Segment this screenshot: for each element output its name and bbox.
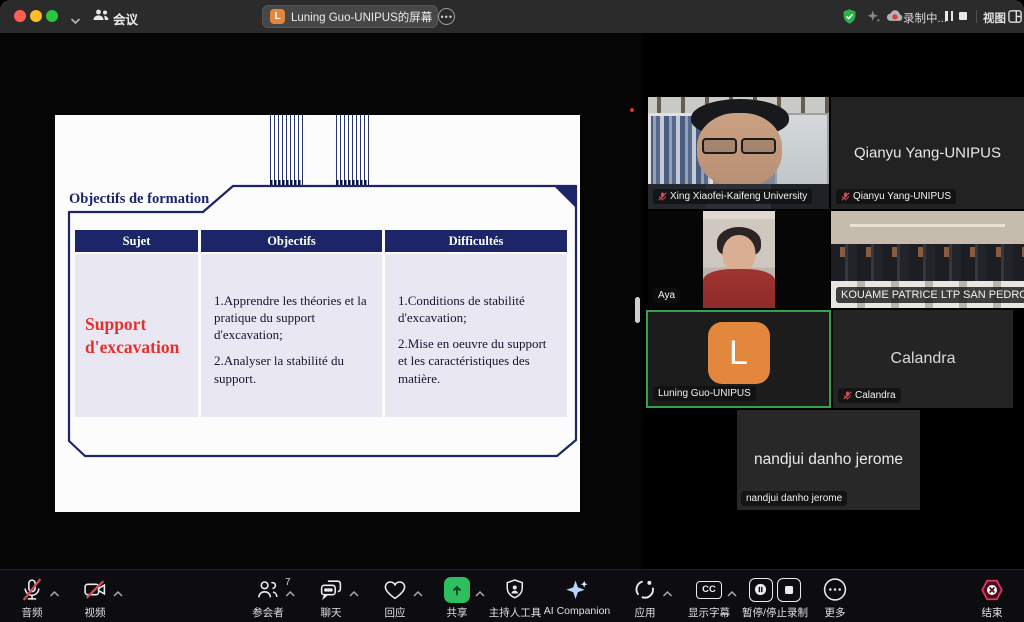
end-meeting-icon bbox=[979, 577, 1005, 603]
meeting-menu-label[interactable]: 会议 bbox=[113, 9, 138, 28]
participant-center-name: Calandra bbox=[833, 350, 1013, 368]
slide-table: Sujet Objectifs Difficultés Support d'ex… bbox=[75, 230, 567, 417]
chat-icon bbox=[318, 577, 344, 602]
ai-sparkle-icon bbox=[564, 577, 590, 603]
stop-recording-icon[interactable] bbox=[777, 578, 801, 602]
classroom-ceiling bbox=[831, 211, 1024, 244]
zoom-window-button[interactable] bbox=[46, 10, 58, 22]
share-options-caret[interactable] bbox=[475, 585, 485, 603]
close-window-button[interactable] bbox=[14, 10, 26, 22]
apps-icon bbox=[633, 577, 658, 602]
captions-button[interactable]: CC 显示字幕 bbox=[688, 576, 730, 620]
reactions-options-caret[interactable] bbox=[413, 585, 423, 603]
video-options-caret[interactable] bbox=[113, 585, 123, 603]
table-cell-difficulties: 1.Conditions de stabilité d'excavation; … bbox=[385, 254, 567, 417]
end-meeting-button[interactable]: 结束 bbox=[979, 576, 1005, 620]
classroom-audience bbox=[831, 244, 1024, 281]
muted-mic-icon bbox=[843, 391, 852, 400]
shared-screen-tab[interactable]: L Luning Guo-UNIPUS的屏幕 ••• bbox=[262, 5, 438, 28]
participant-name-label: KOUAME PATRICE LTP SAN PEDRO bbox=[836, 287, 1024, 303]
objective-item: 1.Apprendre les théories et la pratique … bbox=[214, 292, 370, 343]
host-tools-button[interactable]: 主持人工具 bbox=[489, 576, 542, 620]
tab-more-icon[interactable]: ••• bbox=[438, 8, 455, 25]
heart-icon bbox=[382, 577, 408, 602]
video-tile-aya[interactable]: Aya bbox=[648, 211, 829, 308]
participant-name-label: Qianyu Yang-UNIPUS bbox=[836, 189, 956, 204]
presentation-slide: Objectifs de formation Sujet Objectifs D… bbox=[55, 115, 580, 512]
recording-controls-button[interactable]: 暂停/停止录制 bbox=[742, 576, 808, 620]
reactions-button[interactable]: 回应 bbox=[382, 576, 408, 620]
tab-avatar: L bbox=[270, 9, 285, 24]
avatar: L bbox=[708, 322, 770, 384]
security-shield-icon bbox=[841, 8, 858, 41]
participant-name-label: Luning Guo-UNIPUS bbox=[653, 386, 756, 401]
participants-icon bbox=[256, 577, 281, 602]
shared-screen: Objectifs de formation Sujet Objectifs D… bbox=[0, 33, 643, 570]
difficulty-item: 2.Mise en oeuvre du support et les carac… bbox=[398, 335, 555, 386]
participant-name-label: Xing Xiaofei-Kaifeng University bbox=[653, 189, 812, 204]
table-header-objectifs: Objectifs bbox=[201, 230, 382, 252]
stop-recording-icon[interactable] bbox=[959, 12, 967, 20]
shield-icon bbox=[503, 577, 527, 602]
more-button[interactable]: 更多 bbox=[823, 576, 848, 620]
pause-recording-icon[interactable] bbox=[945, 11, 953, 21]
table-header-difficultes: Difficultés bbox=[385, 230, 567, 252]
participants-button[interactable]: 7 参会者 bbox=[252, 576, 284, 620]
window-titlebar: 会议 L Luning Guo-UNIPUS的屏幕 ••• 录制中... 视图 bbox=[0, 0, 1024, 33]
share-icon bbox=[444, 577, 470, 603]
participants-options-caret[interactable] bbox=[286, 585, 296, 603]
apps-options-caret[interactable] bbox=[663, 585, 673, 603]
apps-button[interactable]: 应用 bbox=[633, 576, 658, 620]
pause-recording-icon[interactable] bbox=[749, 578, 773, 602]
slide-title: Objectifs de formation bbox=[69, 191, 239, 208]
muted-mic-icon bbox=[841, 192, 850, 201]
participant-name-label: nandjui danho jerome bbox=[741, 491, 847, 506]
video-tile-luning-guo-active[interactable]: L Luning Guo-UNIPUS bbox=[646, 310, 831, 408]
table-header-sujet: Sujet bbox=[75, 230, 198, 252]
objective-item: 2.Analyser la stabilité du support. bbox=[214, 352, 370, 386]
video-button[interactable]: 视频 bbox=[82, 576, 108, 620]
zoom-meeting-window: 会议 L Luning Guo-UNIPUS的屏幕 ••• 录制中... 视图 bbox=[0, 0, 1024, 622]
ai-sparkle-icon bbox=[866, 9, 881, 42]
video-tile-nandjui-danho[interactable]: nandjui danho jerome nandjui danho jerom… bbox=[737, 410, 920, 510]
camera-muted-icon bbox=[82, 577, 108, 602]
video-tile-qianyu-yang[interactable]: Qianyu Yang-UNIPUS Qianyu Yang-UNIPUS bbox=[831, 97, 1024, 209]
cloud-recording-icon bbox=[886, 9, 904, 42]
panel-resize-handle[interactable] bbox=[635, 297, 640, 323]
meeting-controls-toolbar: 音频 视频 7 参会者 bbox=[0, 569, 1024, 622]
view-menu-label[interactable]: 视图 bbox=[983, 10, 1006, 26]
recording-status-text: 录制中... bbox=[903, 10, 947, 26]
participant-center-name: nandjui danho jerome bbox=[737, 451, 920, 469]
participant-name-label: Calandra bbox=[838, 388, 901, 403]
audio-button[interactable]: 音频 bbox=[20, 576, 45, 620]
chat-options-caret[interactable] bbox=[349, 585, 359, 603]
more-ellipsis-icon bbox=[823, 577, 848, 602]
cc-icon: CC bbox=[696, 581, 722, 599]
participant-name-label: Aya bbox=[653, 288, 680, 303]
meeting-people-icon bbox=[92, 8, 110, 28]
tab-title: Luning Guo-UNIPUS的屏幕 bbox=[291, 9, 432, 25]
mic-muted-icon bbox=[20, 577, 45, 602]
red-indicator-dot bbox=[630, 108, 634, 112]
audio-options-caret[interactable] bbox=[50, 585, 60, 603]
video-tile-kouame-patrice[interactable]: KOUAME PATRICE LTP SAN PEDRO bbox=[831, 211, 1024, 308]
table-cell-objectives: 1.Apprendre les théories et la pratique … bbox=[201, 254, 382, 417]
chat-button[interactable]: 聊天 bbox=[318, 576, 344, 620]
chevron-down-icon[interactable] bbox=[70, 12, 81, 30]
captions-options-caret[interactable] bbox=[727, 585, 737, 603]
ai-companion-button[interactable]: AI Companion bbox=[544, 576, 611, 617]
share-screen-button[interactable]: 共享 bbox=[444, 576, 470, 620]
minimize-window-button[interactable] bbox=[30, 10, 42, 22]
video-tile-xing-xiaofei[interactable]: Xing Xiaofei-Kaifeng University bbox=[648, 97, 829, 209]
video-tile-calandra[interactable]: Calandra Calandra bbox=[833, 310, 1013, 408]
muted-mic-icon bbox=[658, 192, 667, 201]
glasses bbox=[700, 138, 778, 154]
table-cell-subject: Support d'excavation bbox=[75, 254, 198, 417]
view-layout-icon[interactable] bbox=[1008, 10, 1022, 28]
titlebar-divider bbox=[976, 10, 977, 23]
difficulty-item: 1.Conditions de stabilité d'excavation; bbox=[398, 292, 555, 326]
participant-center-name: Qianyu Yang-UNIPUS bbox=[831, 145, 1024, 162]
